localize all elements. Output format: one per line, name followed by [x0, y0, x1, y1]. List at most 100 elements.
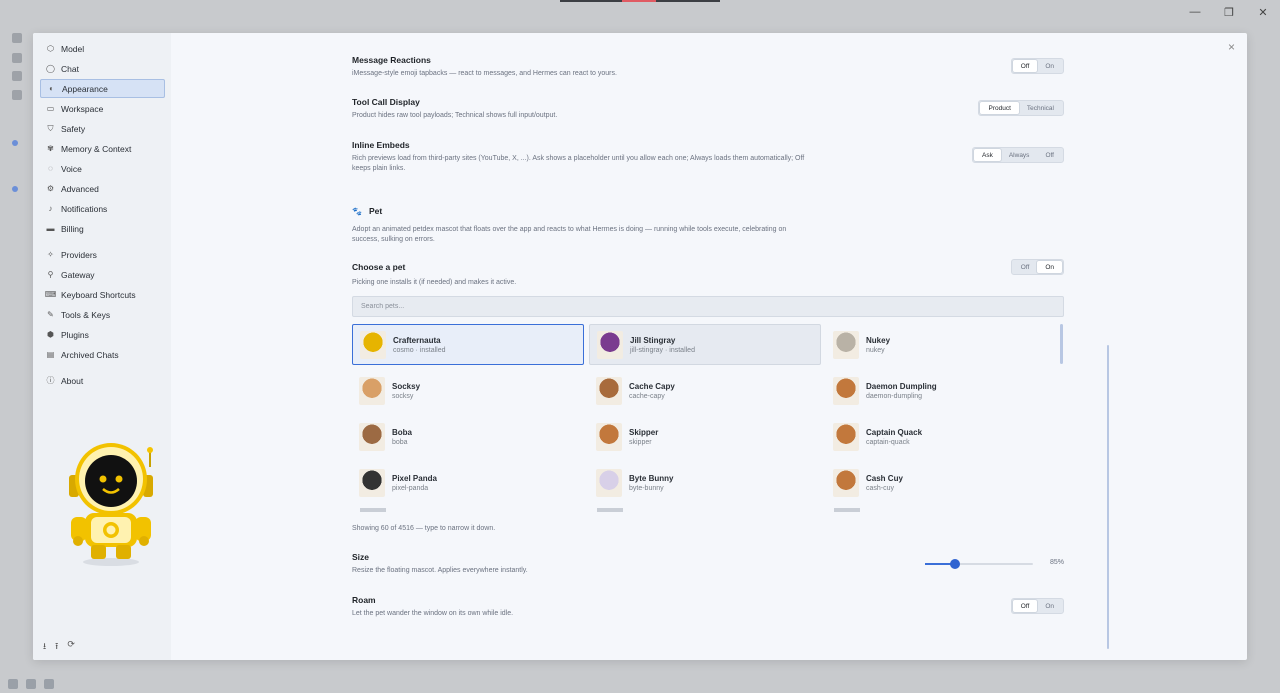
roam-toggle[interactable]: Off On	[1010, 598, 1064, 614]
sidebar-item-workspace[interactable]: ▭ Workspace	[40, 99, 165, 118]
pet-thumbnail-image	[596, 468, 622, 497]
pet-card[interactable]: Nukey nukey	[826, 324, 1058, 365]
settings-scrollbar[interactable]	[1107, 345, 1109, 649]
upload-icon[interactable]: ⭱	[55, 639, 58, 655]
sidebar-item-label: Keyboard Shortcuts	[61, 289, 136, 300]
option-on[interactable]: On	[1037, 261, 1062, 273]
sidebar-item-plugins[interactable]: ⬢ Plugins	[40, 325, 165, 344]
bg-status-dot	[12, 186, 18, 192]
sidebar-item-appearance[interactable]: ◐ Appearance	[40, 79, 165, 98]
option-technical[interactable]: Technical	[1019, 102, 1062, 114]
pet-grid-scrollbar[interactable]	[1060, 324, 1063, 364]
pet-thumbnail-image	[833, 330, 859, 359]
pet-thumbnail-image	[596, 376, 622, 405]
wrench-icon: ✎	[47, 310, 54, 319]
sidebar-item-model[interactable]: ⬡ Model	[40, 39, 165, 58]
sidebar-item-keyboard-shortcuts[interactable]: ⌨ Keyboard Shortcuts	[40, 285, 165, 304]
sidebar-item-gateway[interactable]: ⚲ Gateway	[40, 265, 165, 284]
option-ask[interactable]: Ask	[974, 149, 1001, 161]
archive-icon: ▤	[46, 350, 55, 359]
minimize-icon[interactable]: —	[1178, 4, 1212, 20]
pet-card[interactable]: Daemon Dumpling daemon-dumpling	[826, 370, 1058, 411]
tool-call-display-segment[interactable]: Product Technical	[978, 100, 1064, 116]
pet-name: Pixel Panda	[392, 473, 437, 483]
pet-thumbnail-image	[359, 376, 385, 405]
pet-card[interactable]: Captain Quack captain-quack	[826, 416, 1058, 457]
size-slider[interactable]	[925, 559, 1033, 569]
sidebar-item-memory-context[interactable]: ✾ Memory & Context	[40, 139, 165, 158]
pet-search-input[interactable]	[352, 296, 1064, 317]
inline-embeds-segment[interactable]: Ask Always Off	[972, 147, 1064, 163]
option-off[interactable]: Off	[1012, 600, 1038, 612]
choose-pet-setting: Choose a pet Picking one installs it (if…	[352, 259, 1064, 288]
keyboard-icon: ⌨	[44, 290, 57, 299]
close-window-icon[interactable]: ✕	[1246, 4, 1280, 20]
sidebar-item-tools-keys[interactable]: ✎ Tools & Keys	[40, 305, 165, 324]
title-bar	[560, 0, 720, 2]
option-on[interactable]: On	[1037, 60, 1062, 72]
settings-nav: ⬡ Model ◯ Chat ◐ Appearance ▭ Workspace ⛉ Safety ✾…	[40, 39, 165, 391]
setting-title: Choose a pet	[352, 262, 406, 272]
info-icon: ⓘ	[46, 376, 55, 385]
close-icon[interactable]: ×	[1228, 40, 1235, 54]
pet-card[interactable]: Cash Cuy cash-cuy	[826, 462, 1058, 503]
sidebar-item-billing[interactable]: ▬ Billing	[40, 219, 165, 238]
setting-description: iMessage-style emoji tapbacks — react to…	[352, 70, 617, 77]
option-on[interactable]: On	[1037, 600, 1062, 612]
pet-card-text: Nukey nukey	[866, 336, 890, 354]
sidebar-item-advanced[interactable]: ⚙ Advanced	[40, 179, 165, 198]
pet-card-partial[interactable]	[360, 508, 386, 512]
reactions-toggle[interactable]: Off On	[1010, 58, 1064, 74]
pet-slug: byte-bunny	[629, 484, 664, 492]
speech-icon: ◌	[48, 164, 53, 173]
pet-card[interactable]: Boba boba	[352, 416, 584, 457]
monitor-icon: ▭	[46, 104, 55, 113]
option-off[interactable]: Off	[1037, 149, 1062, 161]
pet-card[interactable]: Byte Bunny byte-bunny	[589, 462, 821, 503]
pet-count-text: Showing 60 of 4516 — type to narrow it d…	[352, 525, 496, 532]
tool-call-display-setting: Tool Call Display Product hides raw tool…	[352, 97, 1064, 121]
roam-setting: Roam Let the pet wander the window on it…	[352, 595, 1064, 619]
pet-card[interactable]: Skipper skipper	[589, 416, 821, 457]
pet-section: 🐾 Pet Adopt an animated petdex mascot th…	[352, 206, 1064, 245]
option-always[interactable]: Always	[1001, 149, 1038, 161]
sidebar-item-safety[interactable]: ⛉ Safety	[40, 119, 165, 138]
pet-enabled-toggle[interactable]: Off On	[1010, 259, 1064, 275]
sidebar-actions: ⭳ ⭱ ⟳	[43, 639, 84, 655]
pet-count: Showing 60 of 4516 — type to narrow it d…	[352, 524, 1064, 534]
option-off[interactable]: Off	[1012, 60, 1038, 72]
setting-title: Message Reactions	[352, 55, 431, 65]
pet-grid: Crafternauta cosmo · installed Jill Stingr…	[352, 324, 1064, 517]
sidebar-item-label: Advanced	[61, 183, 99, 194]
pet-card-partial[interactable]	[834, 508, 860, 512]
pet-card[interactable]: Crafternauta cosmo · installed	[352, 324, 584, 365]
window-controls: — ❐ ✕	[1178, 4, 1280, 20]
sidebar-item-about[interactable]: ⓘ About	[40, 371, 165, 390]
download-icon[interactable]: ⭳	[43, 639, 46, 655]
sidebar-item-label: About	[61, 375, 84, 386]
pet-card[interactable]: Socksy socksy	[352, 370, 584, 411]
option-product[interactable]: Product	[980, 102, 1019, 114]
pet-thumbnail-image	[359, 422, 385, 451]
pet-card-text: Captain Quack captain-quack	[866, 428, 922, 446]
pet-name: Boba	[392, 427, 412, 437]
sidebar-item-notifications[interactable]: ♪ Notifications	[40, 199, 165, 218]
sidebar-item-chat[interactable]: ◯ Chat	[40, 59, 165, 78]
pet-slug: socksy	[392, 392, 414, 400]
refresh-icon[interactable]: ⟳	[67, 639, 75, 655]
pet-name: Byte Bunny	[629, 473, 674, 483]
pet-card[interactable]: Jill Stingray jill-stingray · installed	[589, 324, 821, 365]
sidebar-item-providers[interactable]: ✧ Providers	[40, 245, 165, 264]
pet-card-partial[interactable]	[597, 508, 623, 512]
sidebar-item-voice[interactable]: ◌ Voice	[40, 159, 165, 178]
restore-icon[interactable]: ❐	[1212, 4, 1246, 20]
sidebar-item-archived-chats[interactable]: ▤ Archived Chats	[40, 345, 165, 364]
sparkle-icon: ✧	[47, 250, 54, 259]
pet-card[interactable]: Pixel Panda pixel-panda	[352, 462, 584, 503]
settings-sidebar: ⬡ Model ◯ Chat ◐ Appearance ▭ Workspace ⛉ Safety ✾…	[33, 33, 171, 660]
pet-slug: jill-stingray · installed	[630, 346, 695, 354]
option-off[interactable]: Off	[1013, 261, 1038, 273]
sidebar-item-label: Tools & Keys	[61, 309, 111, 320]
pet-card[interactable]: Cache Capy cache-capy	[589, 370, 821, 411]
sidebar-item-label: Voice	[61, 163, 82, 174]
